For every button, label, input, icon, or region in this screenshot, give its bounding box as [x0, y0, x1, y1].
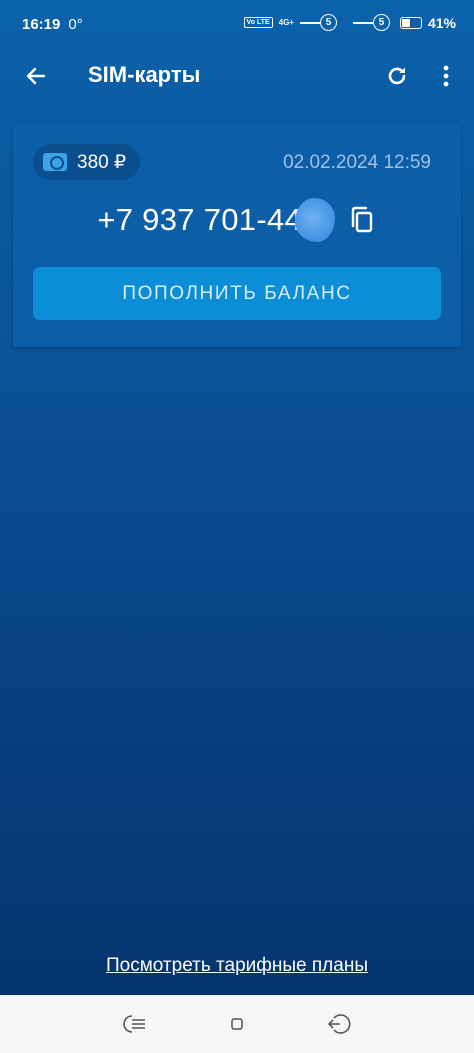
- back-button[interactable]: [20, 60, 52, 92]
- back-icon: [327, 1014, 351, 1034]
- wallet-icon: [43, 153, 67, 171]
- battery-percent: 41%: [427, 14, 456, 31]
- phone-number-text: +7 937 701-44-: [97, 202, 313, 237]
- balance-amount: 380 ₽: [77, 151, 127, 173]
- volte-icon: Vo LTE: [243, 17, 273, 28]
- sim1-signal-icon: 5: [299, 14, 337, 31]
- tariffs-link[interactable]: Посмотреть тарифные планы: [0, 955, 474, 977]
- copy-button[interactable]: [347, 205, 377, 235]
- battery-icon: [399, 16, 422, 29]
- refresh-button[interactable]: [381, 60, 413, 92]
- status-time: 16:19: [22, 15, 61, 33]
- topup-balance-button[interactable]: ПОПОЛНИТЬ БАЛАНС: [33, 267, 441, 320]
- sim-card: 380 ₽ 02.02.2024 12:59 +7 937 701-44- ПО…: [13, 124, 461, 347]
- sim-date: 02.02.2024 12:59: [283, 152, 431, 173]
- recent-apps-button[interactable]: [121, 1009, 151, 1039]
- status-bar: 16:19 0° Vo LTE 4G+ 5 5 41%: [0, 0, 474, 48]
- redaction-mark: [294, 198, 335, 242]
- balance-badge[interactable]: 380 ₽: [33, 144, 141, 180]
- home-button[interactable]: [222, 1009, 252, 1039]
- menu-icon: [123, 1015, 145, 1033]
- status-temperature: 0°: [68, 15, 83, 33]
- phone-row: +7 937 701-44-: [13, 198, 461, 242]
- copy-icon: [351, 206, 372, 233]
- more-options-button[interactable]: [434, 60, 458, 92]
- page-title: SIM-карты: [88, 62, 201, 87]
- network-type: 4G+: [278, 17, 294, 27]
- refresh-icon: [388, 67, 406, 85]
- more-vertical-icon: [443, 65, 449, 87]
- system-back-button[interactable]: [324, 1009, 354, 1039]
- system-nav-bar: [0, 995, 474, 1053]
- arrow-left-icon: [26, 67, 46, 85]
- phone-number: +7 937 701-44-: [97, 198, 335, 242]
- app-bar: SIM-карты: [0, 48, 474, 104]
- home-square-icon: [231, 1018, 243, 1030]
- sim2-signal-icon: 5: [352, 14, 390, 31]
